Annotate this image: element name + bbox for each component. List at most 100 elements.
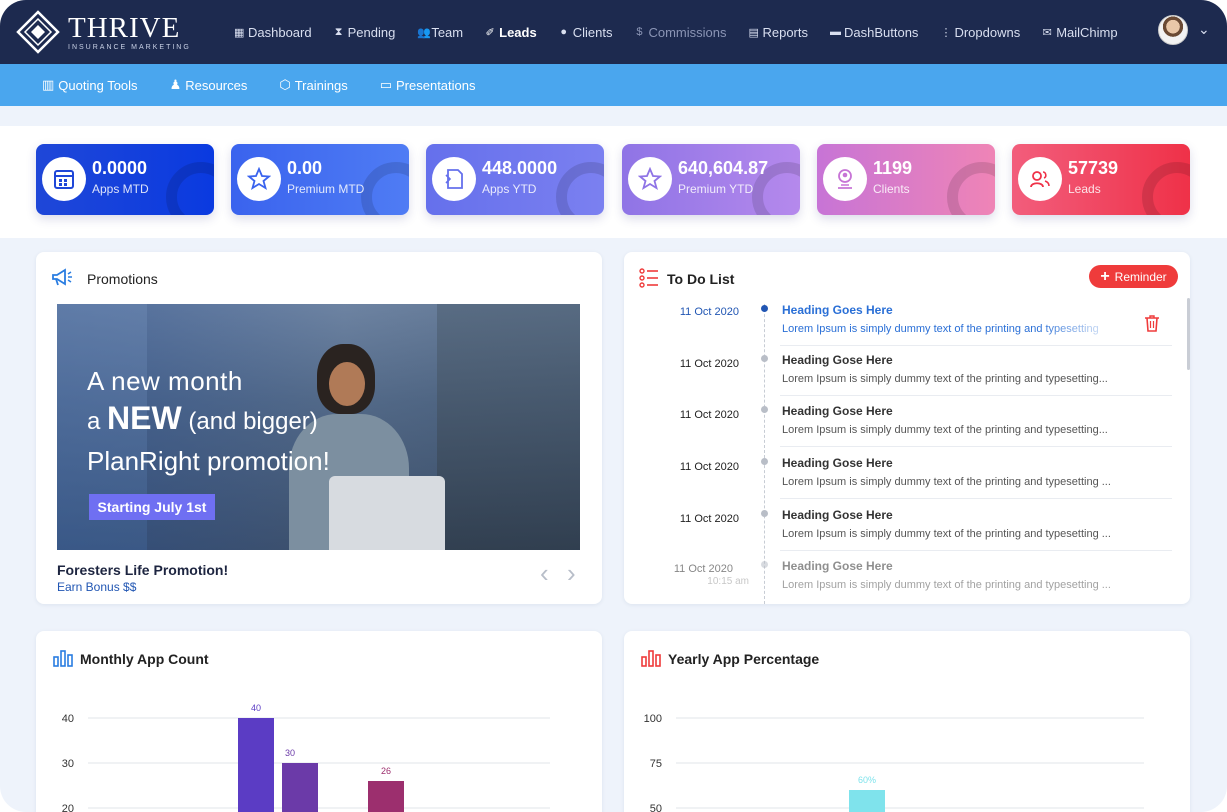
todo-heading: Heading Gose Here (782, 508, 893, 522)
chevron-down-icon[interactable]: ⌄ (1198, 21, 1210, 38)
yearly-bar-chart: 50 75 100 60% (644, 713, 1144, 812)
hourglass-icon: ⧗ (334, 25, 343, 38)
nav-reports[interactable]: ▤ Reports (748, 25, 808, 40)
todo-item[interactable]: 11 Oct 2020 Heading Gose Here Lorem Ipsu… (624, 404, 1184, 456)
todo-scrollbar[interactable] (1187, 298, 1190, 370)
todo-item[interactable]: 11 Oct 2020 10:15 am Heading Gose Here L… (624, 559, 1184, 604)
y-tick-label: 50 (650, 803, 662, 812)
folder-icon: ▬ (830, 26, 841, 38)
nav-label: Pending (347, 24, 396, 40)
todo-time: 10:15 am (707, 576, 749, 587)
y-tick-label: 40 (62, 713, 74, 725)
subnav-label: Quoting Tools (58, 77, 138, 93)
subnav-presentations[interactable]: ▭ Presentations (380, 77, 476, 93)
dollar-icon: $ (636, 26, 643, 38)
star-icon (628, 157, 672, 201)
subnav-label: Trainings (294, 77, 348, 93)
todo-heading: Heading Gose Here (782, 559, 893, 573)
todo-item[interactable]: 11 Oct 2020 Heading Gose Here Lorem Ipsu… (624, 508, 1184, 560)
top-navbar: THRIVE INSURANCE MARKETING ▦ Dashboard ⧗ P… (0, 0, 1227, 64)
leads-users-icon (1018, 157, 1062, 201)
stat-leads[interactable]: 57739 Leads (1012, 144, 1190, 215)
nav-label: Reports (762, 24, 808, 40)
stat-value: 448.0000 (482, 158, 558, 178)
stat-label: Apps YTD (482, 182, 537, 196)
stat-apps-ytd[interactable]: 448.0000 Apps YTD (426, 144, 604, 215)
nav-dropdowns[interactable]: ⋮ Dropdowns (940, 25, 1020, 40)
nav-clients[interactable]: ● Clients (559, 25, 612, 40)
stat-label: Premium YTD (678, 182, 754, 196)
promotion-banner[interactable]: A new month a NEW (and bigger) PlanRight… (57, 304, 580, 550)
brand-tagline: INSURANCE MARKETING (68, 43, 191, 51)
promo-headline-1: A new month (87, 366, 243, 396)
stat-label: Apps MTD (92, 182, 149, 196)
report-icon: ▤ (748, 26, 759, 39)
document-icon (432, 157, 476, 201)
timeline-dot (761, 406, 768, 413)
dots-vertical-icon: ⋮ (940, 26, 952, 39)
todo-date: 11 Oct 2020 (679, 358, 739, 370)
nav-label: Dashboard (248, 24, 312, 40)
todo-heading: Heading Gose Here (782, 456, 893, 470)
stats-band: 0.0000 Apps MTD 0.00 Premium MTD 448.000… (0, 126, 1227, 238)
chevron-right-icon[interactable]: › (567, 558, 576, 589)
nav-pending[interactable]: ⧗ Pending (334, 25, 396, 40)
nav-label: Team (431, 24, 464, 40)
todo-text: Lorem Ipsum is simply dummy text of the … (782, 323, 1099, 335)
stat-clients[interactable]: 1199 Clients (817, 144, 995, 215)
timeline-dot (761, 355, 768, 362)
todo-item[interactable]: 11 Oct 2020 Heading Gose Here Lorem Ipsu… (624, 353, 1184, 405)
todo-item[interactable]: 11 Oct 2020 Heading Gose Here Lorem Ipsu… (624, 456, 1184, 508)
add-reminder-button[interactable]: + Reminder (1089, 265, 1178, 288)
y-tick-label: 30 (62, 758, 74, 770)
subnav-resources[interactable]: ♟ Resources (170, 77, 248, 93)
promo-headline-2: a NEW (and bigger) (87, 400, 318, 436)
nav-commissions[interactable]: $ Commissions (634, 25, 726, 40)
todo-item[interactable]: 11 Oct 2020 Heading Goes Here Lorem Ipsu… (624, 302, 1184, 354)
bar-data-label: 26 (381, 766, 391, 776)
timeline-dot (761, 458, 768, 465)
box-icon: ⬡ (279, 77, 291, 92)
stat-label: Premium MTD (287, 182, 365, 196)
trash-icon[interactable] (1144, 314, 1160, 337)
todo-text: Lorem Ipsum is simply dummy text of the … (782, 373, 1108, 385)
nav-team[interactable]: 👥 Team (417, 25, 463, 40)
user-avatar[interactable] (1158, 15, 1188, 45)
stat-premium-mtd[interactable]: 0.00 Premium MTD (231, 144, 409, 215)
todo-date: 11 Oct 2020 (679, 513, 739, 525)
main-nav: ▦ Dashboard ⧗ Pending 👥 Team ✐ Leads ● Client… (234, 0, 1118, 64)
logo-diamond-icon (16, 10, 60, 54)
subnav-quoting-tools[interactable]: ▥ Quoting Tools (42, 77, 138, 93)
subnav-label: Resources (185, 77, 248, 93)
nav-label: Dropdowns (954, 24, 1021, 40)
nav-label: Commissions (648, 24, 727, 40)
promo-start-button[interactable]: Starting July 1st (89, 494, 215, 520)
app-window: THRIVE INSURANCE MARKETING ▦ Dashboard ⧗ P… (0, 0, 1227, 812)
team-icon: 👥 (417, 26, 432, 39)
todo-date: 11 Oct 2020 (679, 461, 739, 473)
todo-date: 11 Oct 2020 (679, 409, 739, 421)
stat-apps-mtd[interactable]: 0.0000 Apps MTD (36, 144, 214, 215)
stat-premium-ytd[interactable]: 640,604.87 Premium YTD (622, 144, 800, 215)
nav-dashboard[interactable]: ▦ Dashboard (234, 25, 312, 40)
bar (238, 718, 274, 812)
todo-text: Lorem Ipsum is simply dummy text of the … (782, 528, 1111, 540)
chevron-left-icon[interactable]: ‹ (540, 558, 549, 589)
subnav-label: Presentations (396, 77, 476, 93)
brand-logo[interactable]: THRIVE INSURANCE MARKETING (16, 9, 191, 55)
promotions-title: Promotions (87, 271, 158, 287)
nav-mailchimp[interactable]: ✉ MailChimp (1042, 25, 1118, 40)
stat-value: 57739 (1068, 158, 1119, 178)
stat-value: 640,604.87 (678, 158, 769, 178)
nav-dashbuttons[interactable]: ▬ DashButtons (830, 25, 918, 40)
nav-leads[interactable]: ✐ Leads (485, 25, 537, 40)
mail-icon: ✉ (1042, 26, 1052, 39)
client-icon (823, 157, 867, 201)
stat-label: Clients (873, 182, 910, 196)
subnav-trainings[interactable]: ⬡ Trainings (279, 77, 347, 93)
stat-value: 0.00 (287, 158, 323, 178)
timeline-dot (761, 510, 768, 517)
promo-subcaption[interactable]: Earn Bonus $$ (57, 580, 136, 594)
reminder-label: Reminder (1114, 269, 1167, 284)
todo-title: To Do List (667, 271, 735, 287)
